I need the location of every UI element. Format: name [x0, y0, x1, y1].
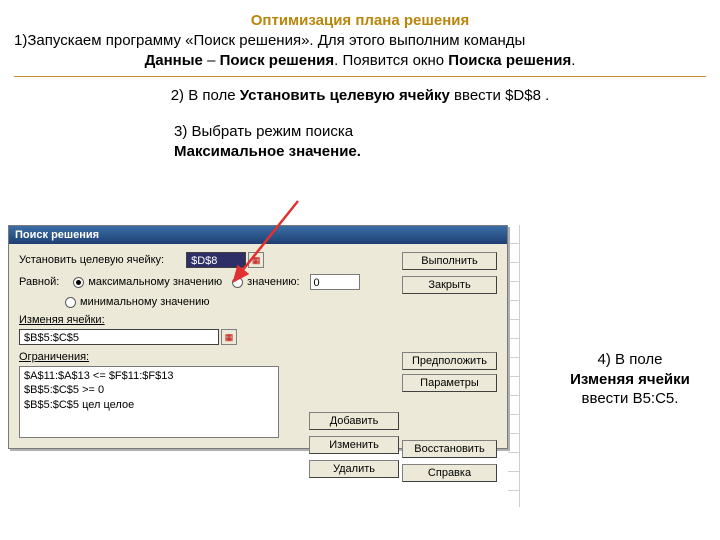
divider: [14, 76, 706, 77]
dialog-title: Поиск решения: [9, 226, 507, 244]
help-button[interactable]: Справка: [402, 464, 497, 482]
edit-button[interactable]: Изменить: [309, 436, 399, 454]
reset-button[interactable]: Восстановить: [402, 440, 497, 458]
constraint-row[interactable]: $A$11:$A$13 <= $F$11:$F$13: [24, 369, 274, 383]
radio-max-label: максимальному значению: [88, 276, 222, 288]
intro-bold-window: Поиска решения: [448, 52, 571, 69]
constraint-row[interactable]: $B$5:$C$5 цел целое: [24, 398, 274, 412]
step-2: 2) В поле Установить целевую ячейку ввес…: [14, 87, 706, 104]
intro-line2: Данные – Поиск решения. Появится окно По…: [14, 51, 706, 71]
range-picker-icon[interactable]: ▦: [248, 252, 264, 268]
radio-value-label: значению:: [247, 276, 299, 288]
radio-min-label: минимальному значению: [80, 296, 210, 308]
target-input[interactable]: $D$8: [186, 252, 246, 268]
intro-bold-search: Поиск решения: [220, 52, 335, 69]
constraints-list[interactable]: $A$11:$A$13 <= $F$11:$F$13 $B$5:$C$5 >= …: [19, 366, 279, 438]
equal-label: Равной:: [19, 276, 59, 288]
run-button[interactable]: Выполнить: [402, 252, 497, 270]
target-label: Установить целевую ячейку:: [19, 254, 164, 266]
delete-button[interactable]: Удалить: [309, 460, 399, 478]
range-picker-icon[interactable]: ▦: [221, 329, 237, 345]
intro-text: 1)Запускаем программу «Поиск решения». Д…: [14, 31, 706, 70]
options-button[interactable]: Параметры: [402, 374, 497, 392]
radio-min[interactable]: [65, 297, 76, 308]
intro-line1: 1)Запускаем программу «Поиск решения». Д…: [14, 31, 706, 51]
value-input[interactable]: 0: [310, 274, 360, 290]
add-button[interactable]: Добавить: [309, 412, 399, 430]
step-3: 3) Выбрать режим поиска Максимальное зна…: [174, 122, 706, 161]
slide-title: Оптимизация плана решения: [14, 12, 706, 29]
radio-value[interactable]: [232, 277, 243, 288]
constraint-row[interactable]: $B$5:$C$5 >= 0: [24, 383, 274, 397]
spreadsheet-edge: [508, 225, 520, 507]
solver-dialog: Поиск решения Установить целевую ячейку:…: [8, 225, 508, 449]
changing-label: Изменяя ячейки:: [19, 314, 497, 326]
close-button[interactable]: Закрыть: [402, 276, 497, 294]
changing-input[interactable]: $B$5:$C$5: [19, 329, 219, 345]
step-4: 4) В поле Изменяя ячейки ввести B5:C5.: [560, 350, 700, 409]
step3-bold: Максимальное значение.: [174, 143, 361, 160]
radio-max[interactable]: [73, 277, 84, 288]
guess-button[interactable]: Предположить: [402, 352, 497, 370]
intro-bold-data: Данные: [145, 52, 203, 69]
